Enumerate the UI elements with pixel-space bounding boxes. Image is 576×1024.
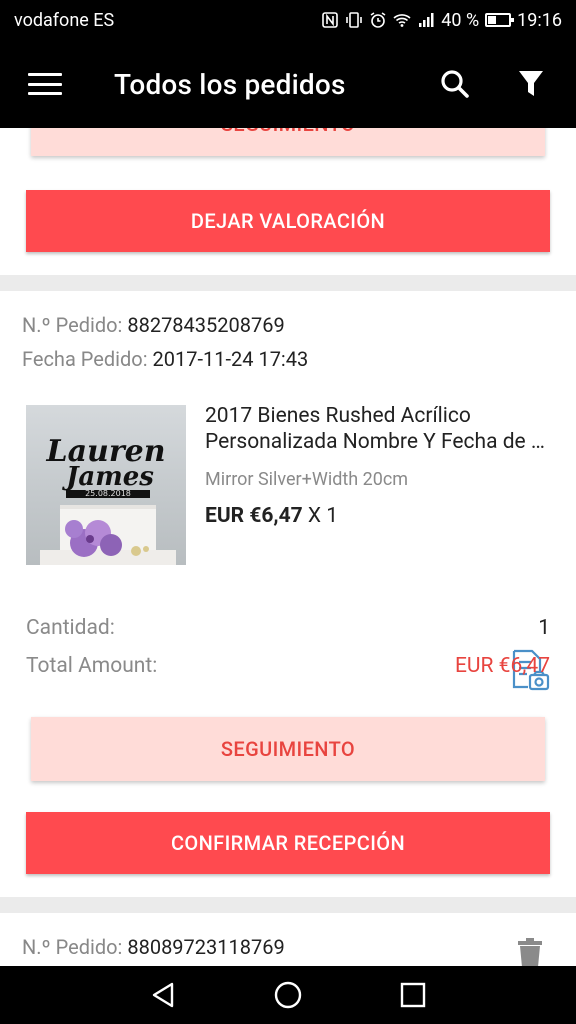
unit-price: EUR €6,47	[205, 504, 303, 528]
order-date-label: Fecha Pedido:	[22, 347, 148, 371]
battery-icon	[485, 13, 515, 27]
signal-icon	[419, 13, 434, 27]
svg-text:25.08.2018: 25.08.2018	[85, 489, 131, 498]
back-button[interactable]	[133, 966, 193, 1024]
order-date-value: 2017-11-24 17:43	[152, 347, 309, 371]
quantity-row: Cantidad: 1	[26, 616, 550, 640]
leave-review-button[interactable]: DEJAR VALORACIÓN	[26, 190, 550, 252]
order-date: Fecha Pedido: 2017-11-24 17:43	[22, 347, 308, 371]
product-thumbnail[interactable]: Lauren James 25.08.2018	[26, 405, 186, 565]
search-button[interactable]	[428, 57, 482, 111]
filter-icon	[519, 71, 543, 96]
wifi-icon	[393, 14, 411, 27]
page-title: Todos los pedidos	[114, 67, 346, 101]
svg-text:James: James	[61, 462, 154, 492]
product-price: EUR €6,47 X 1	[205, 504, 338, 528]
system-navigation-bar	[0, 966, 576, 1024]
vibrate-icon	[346, 12, 363, 28]
back-triangle-icon	[152, 982, 173, 1008]
quantity-value: 1	[538, 616, 550, 640]
product-title-line-2: Personalizada Nombre Y Fecha de Boda	[205, 430, 553, 454]
hamburger-icon	[28, 73, 62, 95]
tracking-button[interactable]: SEGUIMIENTO	[31, 717, 545, 781]
order-number: N.º Pedido: 88089723118769	[22, 935, 285, 959]
carrier-name: vodafone ES	[14, 9, 115, 31]
quantity-label: Cantidad:	[26, 616, 115, 640]
recents-button[interactable]	[383, 966, 443, 1024]
total-row: Total Amount: EUR €6,47	[26, 654, 550, 678]
product-title-line-1: 2017 Bienes Rushed Acrílico	[205, 404, 471, 428]
product-title[interactable]: 2017 Bienes Rushed Acrílico Personalizad…	[205, 403, 553, 455]
delete-order-button[interactable]	[516, 937, 544, 966]
trash-icon	[518, 938, 542, 966]
order-number-label: N.º Pedido:	[22, 935, 123, 959]
status-icons: 40 % 19:16	[321, 10, 562, 31]
order-number-label: N.º Pedido:	[22, 313, 123, 337]
app-bar: Todos los pedidos	[0, 40, 576, 128]
home-circle-icon	[274, 981, 302, 1009]
order-number: N.º Pedido: 88278435208769	[22, 313, 285, 337]
filter-button[interactable]	[504, 57, 558, 111]
order-card: N.º Pedido: 88278435208769 Fecha Pedido:…	[0, 291, 576, 897]
product-variant: Mirror Silver+Width 20cm	[205, 469, 409, 490]
menu-button[interactable]	[18, 57, 72, 111]
order-number-value: 88089723118769	[127, 935, 285, 959]
total-value: EUR €6,47	[454, 654, 550, 678]
order-card: N.º Pedido: 88089723118769	[0, 913, 576, 966]
order-number-value: 88278435208769	[127, 313, 285, 337]
alarm-icon	[370, 12, 386, 28]
order-card: SEGUIMIENTO DEJAR VALORACIÓN	[0, 128, 576, 275]
total-label: Total Amount:	[26, 654, 158, 678]
confirm-receipt-button[interactable]: CONFIRMAR RECEPCIÓN	[26, 812, 550, 874]
clock: 19:16	[517, 9, 562, 31]
cake-topper-image: Lauren James 25.08.2018	[40, 434, 176, 565]
nfc-icon	[322, 12, 339, 28]
battery-percent: 40 %	[441, 9, 480, 31]
recents-square-icon	[401, 982, 426, 1008]
quantity-multiplier: X 1	[307, 504, 339, 528]
search-icon	[441, 70, 469, 98]
status-bar: vodafone ES 40 % 19:16	[0, 0, 576, 40]
tracking-button[interactable]: SEGUIMIENTO	[31, 128, 545, 156]
orders-list[interactable]: SEGUIMIENTO DEJAR VALORACIÓN N.º Pedido:…	[0, 128, 576, 966]
home-button[interactable]	[258, 966, 318, 1024]
